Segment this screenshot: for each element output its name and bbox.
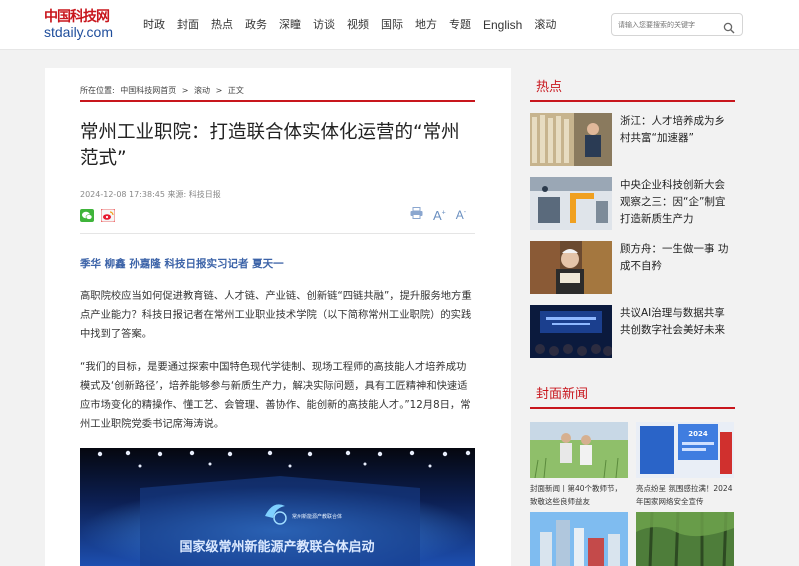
- logo-text-cn: 中国科技网: [44, 9, 110, 25]
- nav-item-zhuanti[interactable]: 专题: [449, 17, 471, 33]
- cover-item[interactable]: 2024 亮点纷呈 氛围感拉满！2024年国家网络安全宣传: [636, 422, 734, 508]
- wechat-share-icon[interactable]: [80, 207, 94, 222]
- cover-item-thumbnail[interactable]: [530, 422, 628, 478]
- cover-item-thumbnail[interactable]: 2024: [636, 422, 734, 478]
- main-nav: 时政 封面 热点 政务 深瞳 访谈 视频 国际 地方 专题 English 滚动: [143, 17, 568, 33]
- hot-section-header: 热点: [530, 70, 735, 102]
- nav-item-zhengwu[interactable]: 政务: [245, 17, 267, 33]
- article-photo: 常州新能源产教联合体 国家级常州新能源产教联合体启动: [80, 448, 475, 566]
- breadcrumb-separator: >: [215, 86, 223, 95]
- cover-item[interactable]: 封面新闻丨第40个教师节，致敬这些良师益友: [530, 422, 628, 508]
- site-logo[interactable]: 中国科技网 stdaily.com: [44, 9, 116, 41]
- article-title: 常州工业职院：打造联合体实体化运营的“常州范式”: [80, 122, 460, 169]
- breadcrumb-separator: >: [181, 86, 189, 95]
- nav-item-shipin[interactable]: 视频: [347, 17, 369, 33]
- article-meta: 2024-12-08 17:38:45 来源: 科技日报: [80, 190, 221, 199]
- cover-item-title[interactable]: 亮点纷呈 氛围感拉满！2024年国家网络安全宣传: [636, 482, 734, 508]
- logo-text-en: stdaily.com: [44, 24, 113, 40]
- cover-item[interactable]: [636, 512, 734, 566]
- cover-section-header: 封面新闻: [530, 377, 735, 409]
- cover-badge-text: 2024: [688, 430, 708, 438]
- hot-item-title[interactable]: 顾方舟：一生做一事 功成不自矜: [620, 241, 735, 275]
- breadcrumb: 所在位置: 中国科技网首页 > 滚动 > 正文: [80, 85, 247, 96]
- search-box: [611, 13, 743, 36]
- print-icon[interactable]: [410, 206, 423, 224]
- breadcrumb-label: 所在位置:: [80, 86, 115, 95]
- article-paragraph: “我们的目标，是要通过探索中国特色现代学徒制、现场工程师的高技能人才培养成功模式…: [80, 361, 471, 430]
- article-tools: A+ A-: [410, 206, 476, 224]
- breadcrumb-divider: [80, 100, 475, 102]
- nav-item-redian[interactable]: 热点: [211, 17, 233, 33]
- nav-item-guoji[interactable]: 国际: [381, 17, 403, 33]
- site-header: 中国科技网 stdaily.com 时政 封面 热点 政务 深瞳 访谈 视频 国…: [0, 0, 799, 50]
- nav-item-fangtan[interactable]: 访谈: [313, 17, 335, 33]
- hot-item[interactable]: 中央企业科技创新大会观察之三：因“企”制宜打造新质生产力: [530, 177, 735, 241]
- cover-item[interactable]: [530, 512, 628, 566]
- article-panel: 所在位置: 中国科技网首页 > 滚动 > 正文 常州工业职院：打造联合体实体化运…: [45, 68, 511, 566]
- cover-item-thumbnail[interactable]: [530, 512, 628, 566]
- search-icon[interactable]: [723, 19, 735, 34]
- font-decrease-icon[interactable]: A-: [456, 208, 466, 222]
- share-bar: [80, 207, 122, 223]
- breadcrumb-home-link[interactable]: 中国科技网首页: [120, 86, 176, 95]
- hot-item-thumbnail[interactable]: [530, 305, 612, 358]
- nav-item-difang[interactable]: 地方: [415, 17, 437, 33]
- article-authors: 季华 柳鑫 孙嘉隆 科技日报实习记者 夏天一: [80, 258, 284, 270]
- hot-section-title: 热点: [536, 80, 563, 95]
- hot-item[interactable]: 浙江：人才培养成为乡村共富“加速器”: [530, 113, 735, 177]
- hot-item[interactable]: 顾方舟：一生做一事 功成不自矜: [530, 241, 735, 305]
- nav-item-shentong[interactable]: 深瞳: [279, 17, 301, 33]
- hot-item-thumbnail[interactable]: [530, 241, 612, 294]
- nav-item-english[interactable]: English: [483, 17, 522, 33]
- hot-list: 浙江：人才培养成为乡村共富“加速器” 中央企业科技创新大会观察之三：因“企”制宜…: [530, 113, 735, 369]
- cover-item-title[interactable]: 封面新闻丨第40个教师节，致敬这些良师益友: [530, 482, 628, 508]
- search-input[interactable]: [618, 18, 722, 32]
- cover-item-thumbnail[interactable]: [636, 512, 734, 566]
- hot-item-title[interactable]: 共议AI治理与数据共享 共创数字社会美好未来: [620, 305, 735, 339]
- photo-banner-text: 国家级常州新能源产教联合体启动: [179, 539, 374, 555]
- article-paragraph: 高职院校应当如何促进教育链、人才链、产业链、创新链“四链共融”，提升服务地方重点…: [80, 290, 472, 340]
- hot-item-thumbnail[interactable]: [530, 113, 612, 166]
- breadcrumb-current: 正文: [227, 86, 244, 95]
- hot-item[interactable]: 共议AI治理与数据共享 共创数字社会美好未来: [530, 305, 735, 369]
- font-increase-icon[interactable]: A+: [433, 208, 446, 223]
- breadcrumb-section-link[interactable]: 滚动: [194, 86, 210, 95]
- tools-divider: [80, 233, 475, 234]
- hot-item-title[interactable]: 中央企业科技创新大会观察之三：因“企”制宜打造新质生产力: [620, 177, 735, 228]
- nav-item-shizheng[interactable]: 时政: [143, 17, 165, 33]
- nav-item-fengmian[interactable]: 封面: [177, 17, 199, 33]
- weibo-share-icon[interactable]: [100, 207, 116, 223]
- photo-logo-text: 常州新能源产教联合体: [292, 513, 342, 520]
- hot-item-thumbnail[interactable]: [530, 177, 612, 230]
- nav-item-gundong[interactable]: 滚动: [534, 17, 556, 33]
- hot-item-title[interactable]: 浙江：人才培养成为乡村共富“加速器”: [620, 113, 735, 147]
- cover-section-title: 封面新闻: [536, 387, 589, 402]
